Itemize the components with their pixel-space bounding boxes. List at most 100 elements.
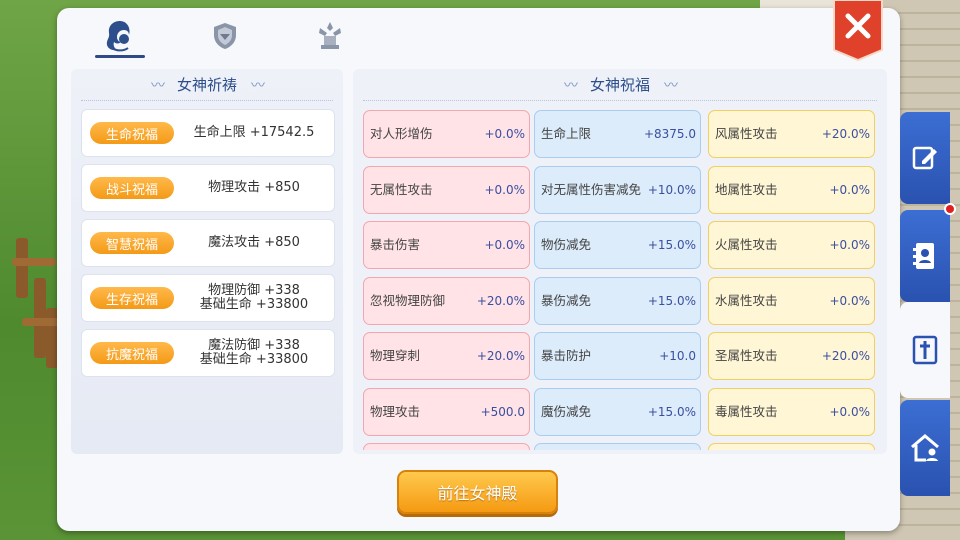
blessing-effect: 物理防御 +338 基础生命 +33800: [174, 284, 334, 312]
go-to-goddess-temple-button[interactable]: 前往女神殿: [397, 470, 558, 514]
blessing-row: 生存祝福 物理防御 +338 基础生命 +33800: [81, 274, 335, 322]
blessing-effect: 魔法攻击 +850: [174, 236, 334, 250]
edit-icon: [912, 146, 937, 170]
stat-value: +20.0%: [476, 349, 525, 363]
blessing-effect: 生命上限 +17542.5: [174, 126, 334, 140]
blessing-effect-line1: 魔法防御 +338: [208, 338, 300, 353]
stat-cell: 暴伤减免 +15.0%: [534, 276, 701, 325]
stat-value: +0.0%: [829, 404, 870, 419]
stat-value: +10.0: [659, 349, 696, 363]
stat-value: +0.0%: [484, 238, 525, 252]
stat-cell: 物伤减免 +15.0%: [534, 221, 701, 269]
blessing-effect-line2: 基础生命 +33800: [199, 297, 309, 312]
prayer-header: 〰 女神祈祷 〰: [81, 69, 333, 101]
blessing-effect-line1: 生命上限 +17542.5: [193, 125, 315, 140]
blessing-row: 抗魔祝福 魔法防御 +338 基础生命 +33800: [81, 329, 335, 377]
stat-cell: 暴击伤害 +0.0%: [363, 221, 530, 269]
stat-cell: 风属性攻击 +20.0%: [708, 110, 875, 158]
stat-cell: 忽视物理防御 +20.0%: [363, 276, 530, 325]
stat-name: 水属性攻击: [715, 292, 778, 308]
side-tab-guild[interactable]: [900, 400, 950, 496]
blessing-effect: 魔法防御 +338 基础生命 +33800: [174, 339, 334, 367]
prayer-title: 女神祈祷: [176, 76, 237, 94]
stat-name: 毒属性攻击: [715, 403, 778, 419]
stat-cell: 物理穿刺 +20.0%: [363, 332, 530, 380]
stat-cell: 地属性攻击 +0.0%: [708, 165, 875, 214]
stat-name: 暴击伤害: [370, 237, 421, 252]
guild-house-icon: [911, 434, 939, 462]
emblem-icon: [319, 22, 341, 49]
wooden-fence: [12, 238, 62, 368]
blessing-badge: 生命祝福: [90, 122, 174, 144]
blessing-header: 〰 女神祝福 〰: [363, 69, 877, 101]
tab-goddess[interactable]: [90, 14, 150, 58]
swirl-ornament-icon: 〰: [251, 77, 265, 94]
blessing-effect-line2: 基础生命 +33800: [199, 352, 309, 367]
swirl-ornament-icon: 〰: [664, 77, 678, 94]
panel-tabs: [85, 14, 385, 58]
stat-name: 无属性攻击: [370, 181, 433, 197]
stat-cell: 对无属性伤害减免 +10.0%: [534, 165, 701, 214]
blessing-effect-line1: 魔法攻击 +850: [208, 235, 300, 250]
stat-cell: 对人形增伤 +0.0%: [363, 110, 530, 158]
tab-emblem[interactable]: [300, 14, 360, 58]
goddess-blessing-section: 〰 女神祝福 〰 对人形增伤 +0.0% 无属性攻击 +0.0% 暴击伤害 +0.0% 忽视…: [353, 69, 887, 454]
stat-name: 物理穿刺: [370, 348, 421, 363]
stat-name: 地属性攻击: [715, 181, 778, 197]
cross-icon: [912, 335, 938, 365]
stat-value: +20.0%: [821, 127, 870, 141]
close-icon: [833, 0, 883, 62]
goddess-prayer-section: 〰 女神祈祷 〰 生命祝福 生命上限 +17542.5 战斗祝福 物理攻击 +850 智…: [71, 69, 343, 454]
stat-cell: 无属性攻击 +0.0%: [363, 165, 530, 214]
stat-cell: 火属性攻击 +0.0%: [708, 221, 875, 269]
blessing-row: 智慧祝福 魔法攻击 +850: [81, 219, 335, 267]
notification-dot: [944, 203, 956, 215]
stat-name: 风属性攻击: [715, 126, 778, 141]
stat-name: 对无属性伤害减免: [541, 181, 642, 197]
blessing-badge: 抗魔祝福: [90, 342, 174, 364]
stat-name: 物理攻击: [370, 403, 421, 419]
blessing-effect-line1: 物理防御 +338: [208, 283, 300, 298]
close-button[interactable]: [832, 0, 884, 62]
stat-value: +500.0: [480, 404, 525, 419]
shield-icon: [214, 23, 236, 49]
stat-name: 物伤减免: [541, 237, 592, 252]
stat-cell: 物理攻击 +500.0: [363, 387, 530, 436]
goddess-icon: [106, 21, 130, 52]
stat-value: +0.0%: [829, 182, 870, 197]
stat-value: +15.0%: [647, 238, 696, 252]
blessing-title: 女神祝福: [589, 76, 650, 94]
side-tab-edit[interactable]: [900, 112, 950, 204]
blessing-row: 生命祝福 生命上限 +17542.5: [81, 109, 335, 157]
blessing-stat-grid[interactable]: 对人形增伤 +0.0% 无属性攻击 +0.0% 暴击伤害 +0.0% 忽视物理防御 +20.0…: [363, 110, 877, 450]
blessing-badge: 生存祝福: [90, 287, 174, 309]
blessing-effect: 物理攻击 +850: [174, 181, 334, 195]
stat-value: +0.0%: [829, 293, 870, 308]
stat-value: +0.0%: [484, 182, 525, 197]
stat-name: 忽视物理防御: [370, 292, 446, 308]
stat-value: +10.0%: [647, 182, 696, 197]
tab-shield[interactable]: [195, 14, 255, 58]
stat-cell: 毒属性攻击 +0.0%: [708, 387, 875, 436]
swirl-ornament-icon: 〰: [563, 77, 578, 94]
stat-value: +8375.0: [643, 127, 696, 141]
stat-name: 火属性攻击: [715, 237, 778, 252]
stat-cell: 圣属性攻击 +20.0%: [708, 332, 875, 380]
stat-name: 生命上限: [541, 126, 592, 141]
stat-cell: 暴击防护 +10.0: [534, 332, 701, 380]
stat-value: +15.0%: [647, 404, 696, 419]
stat-name: 暴伤减免: [541, 292, 592, 308]
side-tab-goddess[interactable]: [900, 302, 950, 398]
blessing-badge: 智慧祝福: [90, 232, 174, 254]
contacts-icon: [913, 243, 934, 269]
stat-cell: 生命上限 +8375.0: [534, 110, 701, 158]
stat-name: 对人形增伤: [370, 126, 433, 141]
stat-name: 圣属性攻击: [715, 348, 778, 363]
stat-cell-partial: [708, 443, 875, 450]
stat-value: +0.0%: [829, 238, 870, 252]
stat-cell-partial: [363, 443, 530, 450]
swirl-ornament-icon: 〰: [150, 77, 165, 94]
stat-value: +15.0%: [647, 293, 696, 308]
side-tab-contacts[interactable]: [900, 210, 950, 302]
stat-cell: 魔伤减免 +15.0%: [534, 387, 701, 436]
